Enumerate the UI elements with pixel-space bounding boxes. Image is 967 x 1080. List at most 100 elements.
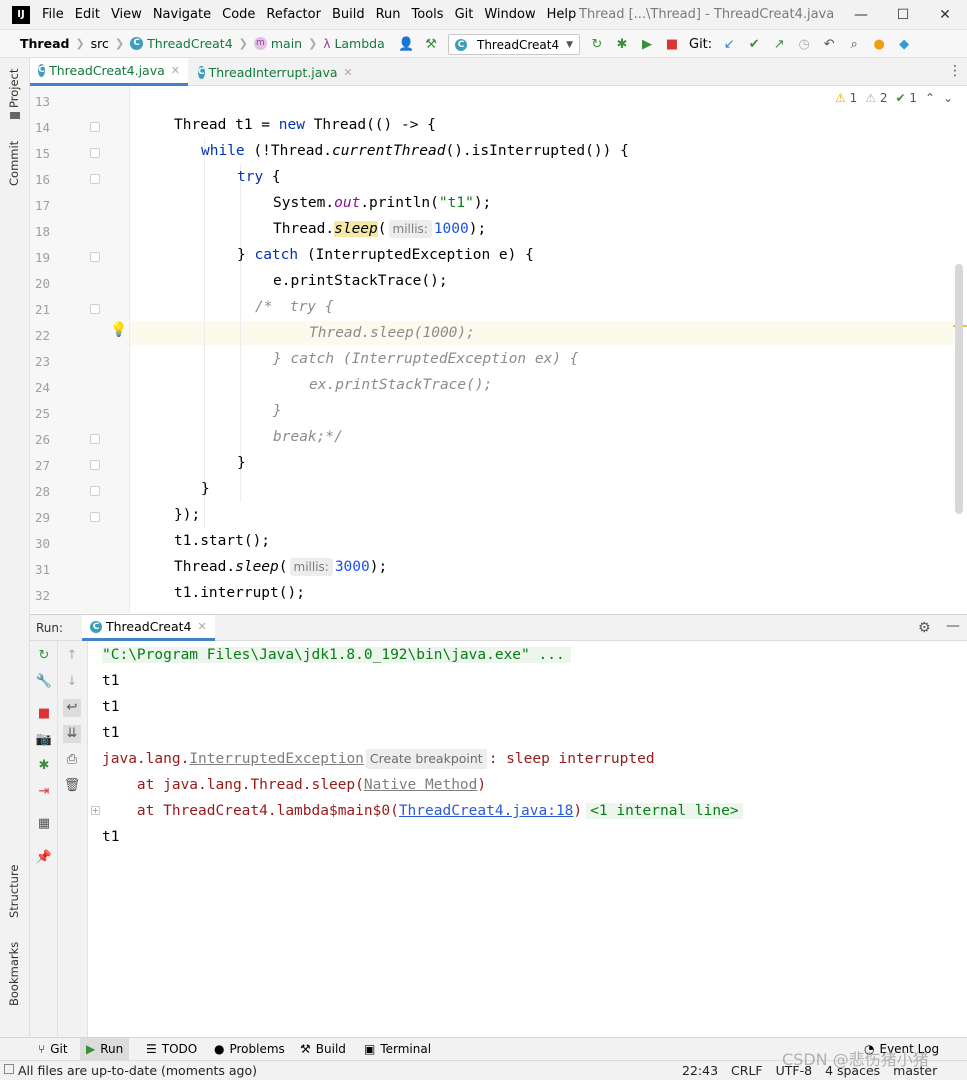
more-icon[interactable]: ⋮ <box>948 63 962 79</box>
menu-view[interactable]: View <box>111 7 142 22</box>
run-tool-button[interactable]: ▶ Run <box>80 1038 130 1060</box>
git-update-icon[interactable]: ↙ <box>721 37 737 52</box>
stop-icon[interactable]: ■ <box>35 705 53 723</box>
code-editor[interactable]: 13 14 15 16 17 18 19 20 21 22 23 24 25 2… <box>30 86 967 613</box>
chevron-up-icon[interactable]: ⌃ <box>925 91 935 105</box>
user-icon[interactable]: 👤 <box>398 37 414 52</box>
fold-marker[interactable] <box>90 434 100 444</box>
menu-run[interactable]: Run <box>376 7 401 22</box>
status-message: All files are up-to-date (moments ago) <box>18 1063 257 1078</box>
fold-marker[interactable] <box>90 460 100 470</box>
fold-marker[interactable] <box>90 148 100 158</box>
fold-marker[interactable] <box>90 122 100 132</box>
git-tool-button[interactable]: ⑂ Git <box>32 1038 74 1060</box>
menu-file[interactable]: File <box>42 7 64 22</box>
fold-marker[interactable] <box>90 304 100 314</box>
caret-position[interactable]: 22:43 <box>682 1063 718 1078</box>
line-separator[interactable]: CRLF <box>731 1063 763 1078</box>
exception-class-link[interactable]: InterruptedException <box>189 751 364 767</box>
line-number: 30 <box>34 536 50 551</box>
exit-icon[interactable]: ⇥ <box>35 783 53 801</box>
tab-threadcreat4[interactable]: C ThreadCreat4.java ✕ <box>30 58 188 86</box>
editor-scrollbar[interactable] <box>955 264 963 514</box>
wrench-icon[interactable]: 🔧 <box>35 673 53 691</box>
minimize-button[interactable]: — <box>840 4 882 26</box>
breadcrumb-method[interactable]: m main <box>253 36 302 51</box>
chevron-down-icon[interactable]: ⌄ <box>943 91 953 105</box>
bookmarks-tool-button[interactable]: Bookmarks <box>7 942 21 1006</box>
project-tool-button[interactable]: Project <box>7 69 21 108</box>
code-line-26: break;*/ <box>273 429 343 445</box>
rollback-icon[interactable]: ↶ <box>821 37 837 52</box>
git-commit-icon[interactable]: ✔ <box>746 37 762 52</box>
breadcrumb-lambda[interactable]: λ Lambda <box>323 36 384 51</box>
breadcrumb-project[interactable]: Thread <box>20 36 69 51</box>
maximize-button[interactable]: ☐ <box>882 4 924 26</box>
toggle-tool-windows-icon[interactable] <box>4 1064 14 1074</box>
fold-marker[interactable] <box>90 486 100 496</box>
typo-count[interactable]: ✔ 1 <box>895 91 917 105</box>
menu-window[interactable]: Window <box>484 7 535 22</box>
breadcrumb-class[interactable]: C ThreadCreat4 <box>130 36 233 51</box>
run-configuration-select[interactable]: C ThreadCreat4 ▼ <box>448 34 580 55</box>
camera-icon[interactable]: 📷 <box>35 731 53 749</box>
close-icon[interactable]: ✕ <box>344 66 353 79</box>
menu-tools[interactable]: Tools <box>412 7 444 22</box>
history-icon[interactable]: ◷ <box>796 37 812 52</box>
terminal-tool-button[interactable]: ▣ Terminal <box>358 1038 437 1060</box>
build-hammer-icon[interactable]: ⚒ <box>423 37 439 52</box>
update-icon[interactable]: ● <box>871 37 887 52</box>
layout-icon[interactable]: ▦ <box>35 815 53 833</box>
search-icon[interactable]: ⌕ <box>846 37 862 52</box>
scroll-to-end-icon[interactable]: ⇊ <box>63 725 81 743</box>
close-icon[interactable]: ✕ <box>198 620 207 633</box>
coverage-icon[interactable]: ▶ <box>639 37 655 52</box>
plugin-icon[interactable]: ◆ <box>896 37 912 52</box>
menu-navigate[interactable]: Navigate <box>153 7 211 22</box>
indent-guide <box>240 164 241 502</box>
commit-tool-button[interactable]: Commit <box>7 141 21 186</box>
minimize-icon[interactable]: — <box>946 618 960 634</box>
create-breakpoint-button[interactable]: Create breakpoint <box>365 749 487 769</box>
fold-marker[interactable] <box>90 252 100 262</box>
debug-icon[interactable]: ✱ <box>614 37 630 52</box>
close-button[interactable]: ✕ <box>924 4 966 26</box>
warning-count[interactable]: ⚠ 1 <box>835 91 857 105</box>
expand-icon[interactable]: + <box>91 806 100 815</box>
structure-tool-button[interactable]: Structure <box>7 865 21 919</box>
pin-icon[interactable]: 📌 <box>35 849 53 867</box>
breadcrumb-src[interactable]: src <box>91 36 109 51</box>
native-method-link[interactable]: Native Method <box>364 777 478 793</box>
menu-refactor[interactable]: Refactor <box>266 7 321 22</box>
arrow-down-icon[interactable]: ↓ <box>63 673 81 691</box>
weak-warning-count[interactable]: ⚠ 2 <box>865 91 887 105</box>
git-push-icon[interactable]: ↗ <box>771 37 787 52</box>
build-tool-button[interactable]: ⚒ Build <box>294 1038 352 1060</box>
menu-code[interactable]: Code <box>222 7 255 22</box>
stop-icon[interactable]: ■ <box>664 37 680 52</box>
arrow-up-icon[interactable]: ↑ <box>63 647 81 665</box>
console-output[interactable]: "C:\Program Files\Java\jdk1.8.0_192\bin\… <box>88 641 967 1037</box>
gear-icon[interactable]: ⚙ <box>918 620 931 636</box>
internal-lines-fold[interactable]: <1 internal line> <box>586 803 743 819</box>
problems-tool-button[interactable]: ● Problems <box>208 1038 291 1060</box>
debug-icon[interactable]: ✱ <box>35 757 53 775</box>
close-icon[interactable]: ✕ <box>171 64 180 77</box>
soft-wrap-icon[interactable]: ↩ <box>63 699 81 717</box>
source-link[interactable]: ThreadCreat4.java:18 <box>399 803 574 819</box>
lightbulb-icon[interactable]: 💡 <box>110 322 127 338</box>
todo-tool-button[interactable]: ☰ TODO <box>140 1038 203 1060</box>
print-icon[interactable]: ⎙ <box>63 751 81 769</box>
menu-help[interactable]: Help <box>547 7 577 22</box>
fold-marker[interactable] <box>90 512 100 522</box>
menu-edit[interactable]: Edit <box>75 7 100 22</box>
rerun-icon[interactable]: ↻ <box>589 37 605 52</box>
inspection-widget[interactable]: ⚠ 1 ⚠ 2 ✔ 1 ⌃ ⌄ <box>835 91 953 105</box>
run-tab[interactable]: C ThreadCreat4 ✕ <box>82 615 215 641</box>
menu-git[interactable]: Git <box>455 7 474 22</box>
fold-marker[interactable] <box>90 174 100 184</box>
rerun-icon[interactable]: ↻ <box>35 647 53 665</box>
menu-build[interactable]: Build <box>332 7 365 22</box>
trash-icon[interactable]: 🗑 <box>63 777 81 795</box>
tab-threadinterrupt[interactable]: C ThreadInterrupt.java ✕ <box>190 58 353 86</box>
